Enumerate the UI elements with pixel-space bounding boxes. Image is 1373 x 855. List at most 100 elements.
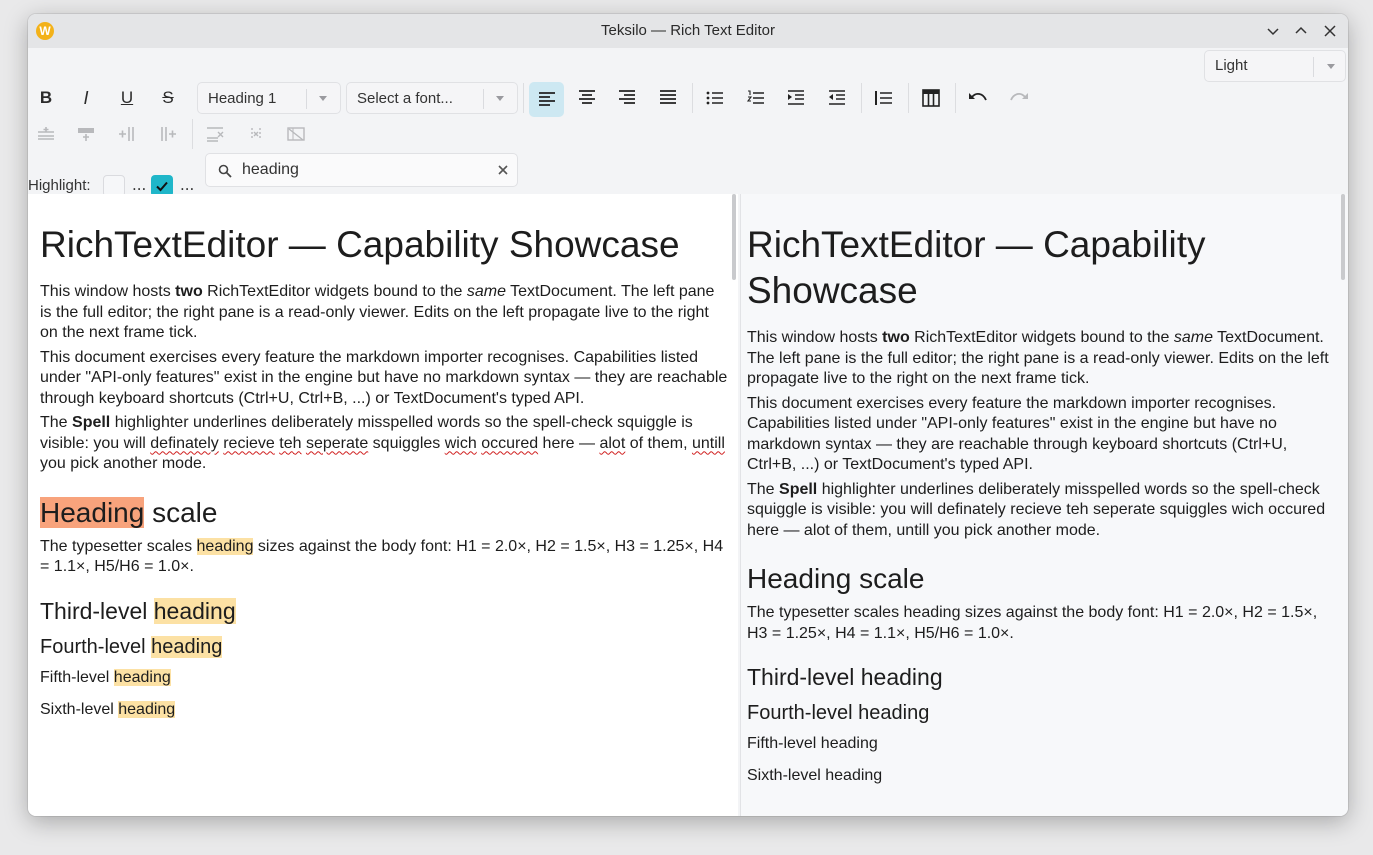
blockquote-button[interactable] (868, 82, 900, 114)
chevron-down-icon (1267, 28, 1279, 36)
paragraph-spell: The Spell highlighter underlines deliber… (747, 480, 1326, 539)
search-match: heading (118, 700, 176, 718)
doc-title: RichTextEditor — Capability Showcase (40, 224, 680, 265)
table-delete-row-button[interactable] (199, 118, 231, 150)
paragraph-intro: This window hosts two RichTextEditor wid… (40, 283, 715, 341)
search-match: heading (113, 668, 171, 686)
editor-pane[interactable]: RichTextEditor — Capability Showcase Thi… (28, 194, 738, 816)
chevron-down-icon (496, 96, 504, 101)
bullet-list-icon (706, 91, 723, 105)
underline-button[interactable]: U (111, 82, 143, 114)
search-match: heading (151, 635, 223, 658)
redo-icon (1010, 93, 1028, 101)
heading-4: Fourth-level heading (40, 635, 223, 658)
redo-button[interactable] (1003, 82, 1035, 114)
misspelled-word: seperate (305, 434, 369, 452)
outdent-icon (829, 90, 845, 105)
align-right-icon (619, 90, 635, 104)
insert-table-button[interactable] (915, 82, 947, 114)
paragraph-features: This document exercises every feature th… (747, 394, 1288, 474)
search-match: heading (196, 537, 254, 555)
paragraph-heading-scale: The typesetter scales heading sizes agai… (747, 604, 1318, 642)
chevron-up-icon (1295, 26, 1307, 34)
table-insert-column-right-button[interactable] (152, 118, 184, 150)
font-combo[interactable]: Select a font... (346, 82, 518, 114)
insert-row-below-icon (78, 128, 94, 141)
strikethrough-button[interactable]: S (152, 82, 184, 114)
table-delete-button[interactable] (280, 118, 312, 150)
align-left-icon (538, 91, 555, 106)
misspelled-word: definately (150, 434, 219, 452)
clear-search-icon[interactable] (498, 165, 508, 175)
insert-column-right-icon (161, 127, 176, 141)
close-icon (1324, 25, 1336, 37)
app-window: W Teksilo — Rich Text Editor Light B I U… (28, 14, 1348, 816)
outdent-button[interactable] (821, 82, 853, 114)
misspelled-word: occured (481, 434, 539, 452)
maximize-button[interactable] (1288, 19, 1314, 43)
justify-button[interactable] (652, 82, 684, 114)
italic-button[interactable]: I (70, 82, 102, 114)
editor-scrollbar[interactable] (732, 194, 736, 280)
highlight-mode-2-label: ... (180, 176, 195, 194)
delete-row-icon (207, 127, 224, 142)
align-justify-icon (660, 90, 676, 104)
heading-6: Sixth-level heading (747, 767, 883, 784)
misspelled-word: teh (279, 434, 302, 452)
heading-combo-value: Heading 1 (208, 90, 277, 107)
table-insert-column-left-button[interactable] (111, 118, 143, 150)
paragraph-intro: This window hosts two RichTextEditor wid… (747, 329, 1329, 387)
toolbar: Light B I U S Heading 1 Select a font... (28, 48, 1348, 197)
doc-title: RichTextEditor — Capability Showcase (747, 224, 1206, 311)
viewer-scrollbar[interactable] (1341, 194, 1345, 280)
search-match: heading (153, 597, 236, 624)
numbered-list-button[interactable] (740, 82, 772, 114)
table-insert-row-below-button[interactable] (70, 118, 102, 150)
close-button[interactable] (1317, 19, 1343, 43)
viewer-document: RichTextEditor — Capability Showcase Thi… (747, 222, 1339, 786)
current-search-match: Heading (40, 496, 145, 528)
viewer-pane: RichTextEditor — Capability Showcase Thi… (740, 194, 1348, 816)
theme-select[interactable]: Light (1204, 50, 1346, 82)
heading-combo[interactable]: Heading 1 (197, 82, 341, 114)
search-input[interactable]: heading (242, 161, 299, 179)
misspelled-word: recieve (223, 434, 275, 452)
table-delete-column-button[interactable] (240, 118, 272, 150)
search-field[interactable]: heading (205, 153, 518, 187)
theme-select-value: Light (1215, 57, 1248, 74)
paragraph-features: This document exercises every feature th… (40, 348, 728, 407)
heading-3: Third-level heading (40, 597, 236, 624)
align-center-icon (579, 90, 595, 104)
chevron-down-icon (319, 96, 327, 101)
heading-4: Fourth-level heading (747, 702, 930, 724)
title-bar[interactable]: W Teksilo — Rich Text Editor (28, 14, 1348, 48)
heading-5: Fifth-level heading (747, 735, 878, 752)
highlight-label: Highlight: (28, 177, 91, 194)
table-insert-row-above-button[interactable] (30, 118, 62, 150)
insert-row-icon (38, 127, 54, 140)
align-right-button[interactable] (611, 82, 643, 114)
align-center-button[interactable] (571, 82, 603, 114)
indent-button[interactable] (780, 82, 812, 114)
delete-table-icon (287, 127, 305, 141)
indent-icon (788, 90, 804, 105)
window-title: Teksilo — Rich Text Editor (601, 22, 775, 39)
undo-icon (969, 93, 987, 101)
paragraph-heading-scale: The typesetter scales heading sizes agai… (40, 537, 724, 575)
heading-2: Heading scale (747, 563, 925, 594)
table-icon (922, 89, 940, 107)
numbered-list-icon (747, 90, 764, 104)
chevron-down-icon (1327, 64, 1335, 69)
minimize-button[interactable] (1260, 19, 1286, 43)
heading-6: Sixth-level heading (40, 700, 176, 718)
align-left-button[interactable] (529, 82, 564, 117)
misspelled-word: untill (691, 434, 725, 452)
heading-2: Heading scale (40, 496, 218, 528)
undo-button[interactable] (962, 82, 994, 114)
editor-document[interactable]: RichTextEditor — Capability Showcase Thi… (40, 222, 728, 720)
blockquote-icon (875, 91, 892, 105)
bullet-list-button[interactable] (699, 82, 731, 114)
highlight-mode-1-label: ... (132, 176, 147, 194)
bold-button[interactable]: B (30, 82, 62, 114)
misspelled-word: alot (599, 434, 626, 452)
